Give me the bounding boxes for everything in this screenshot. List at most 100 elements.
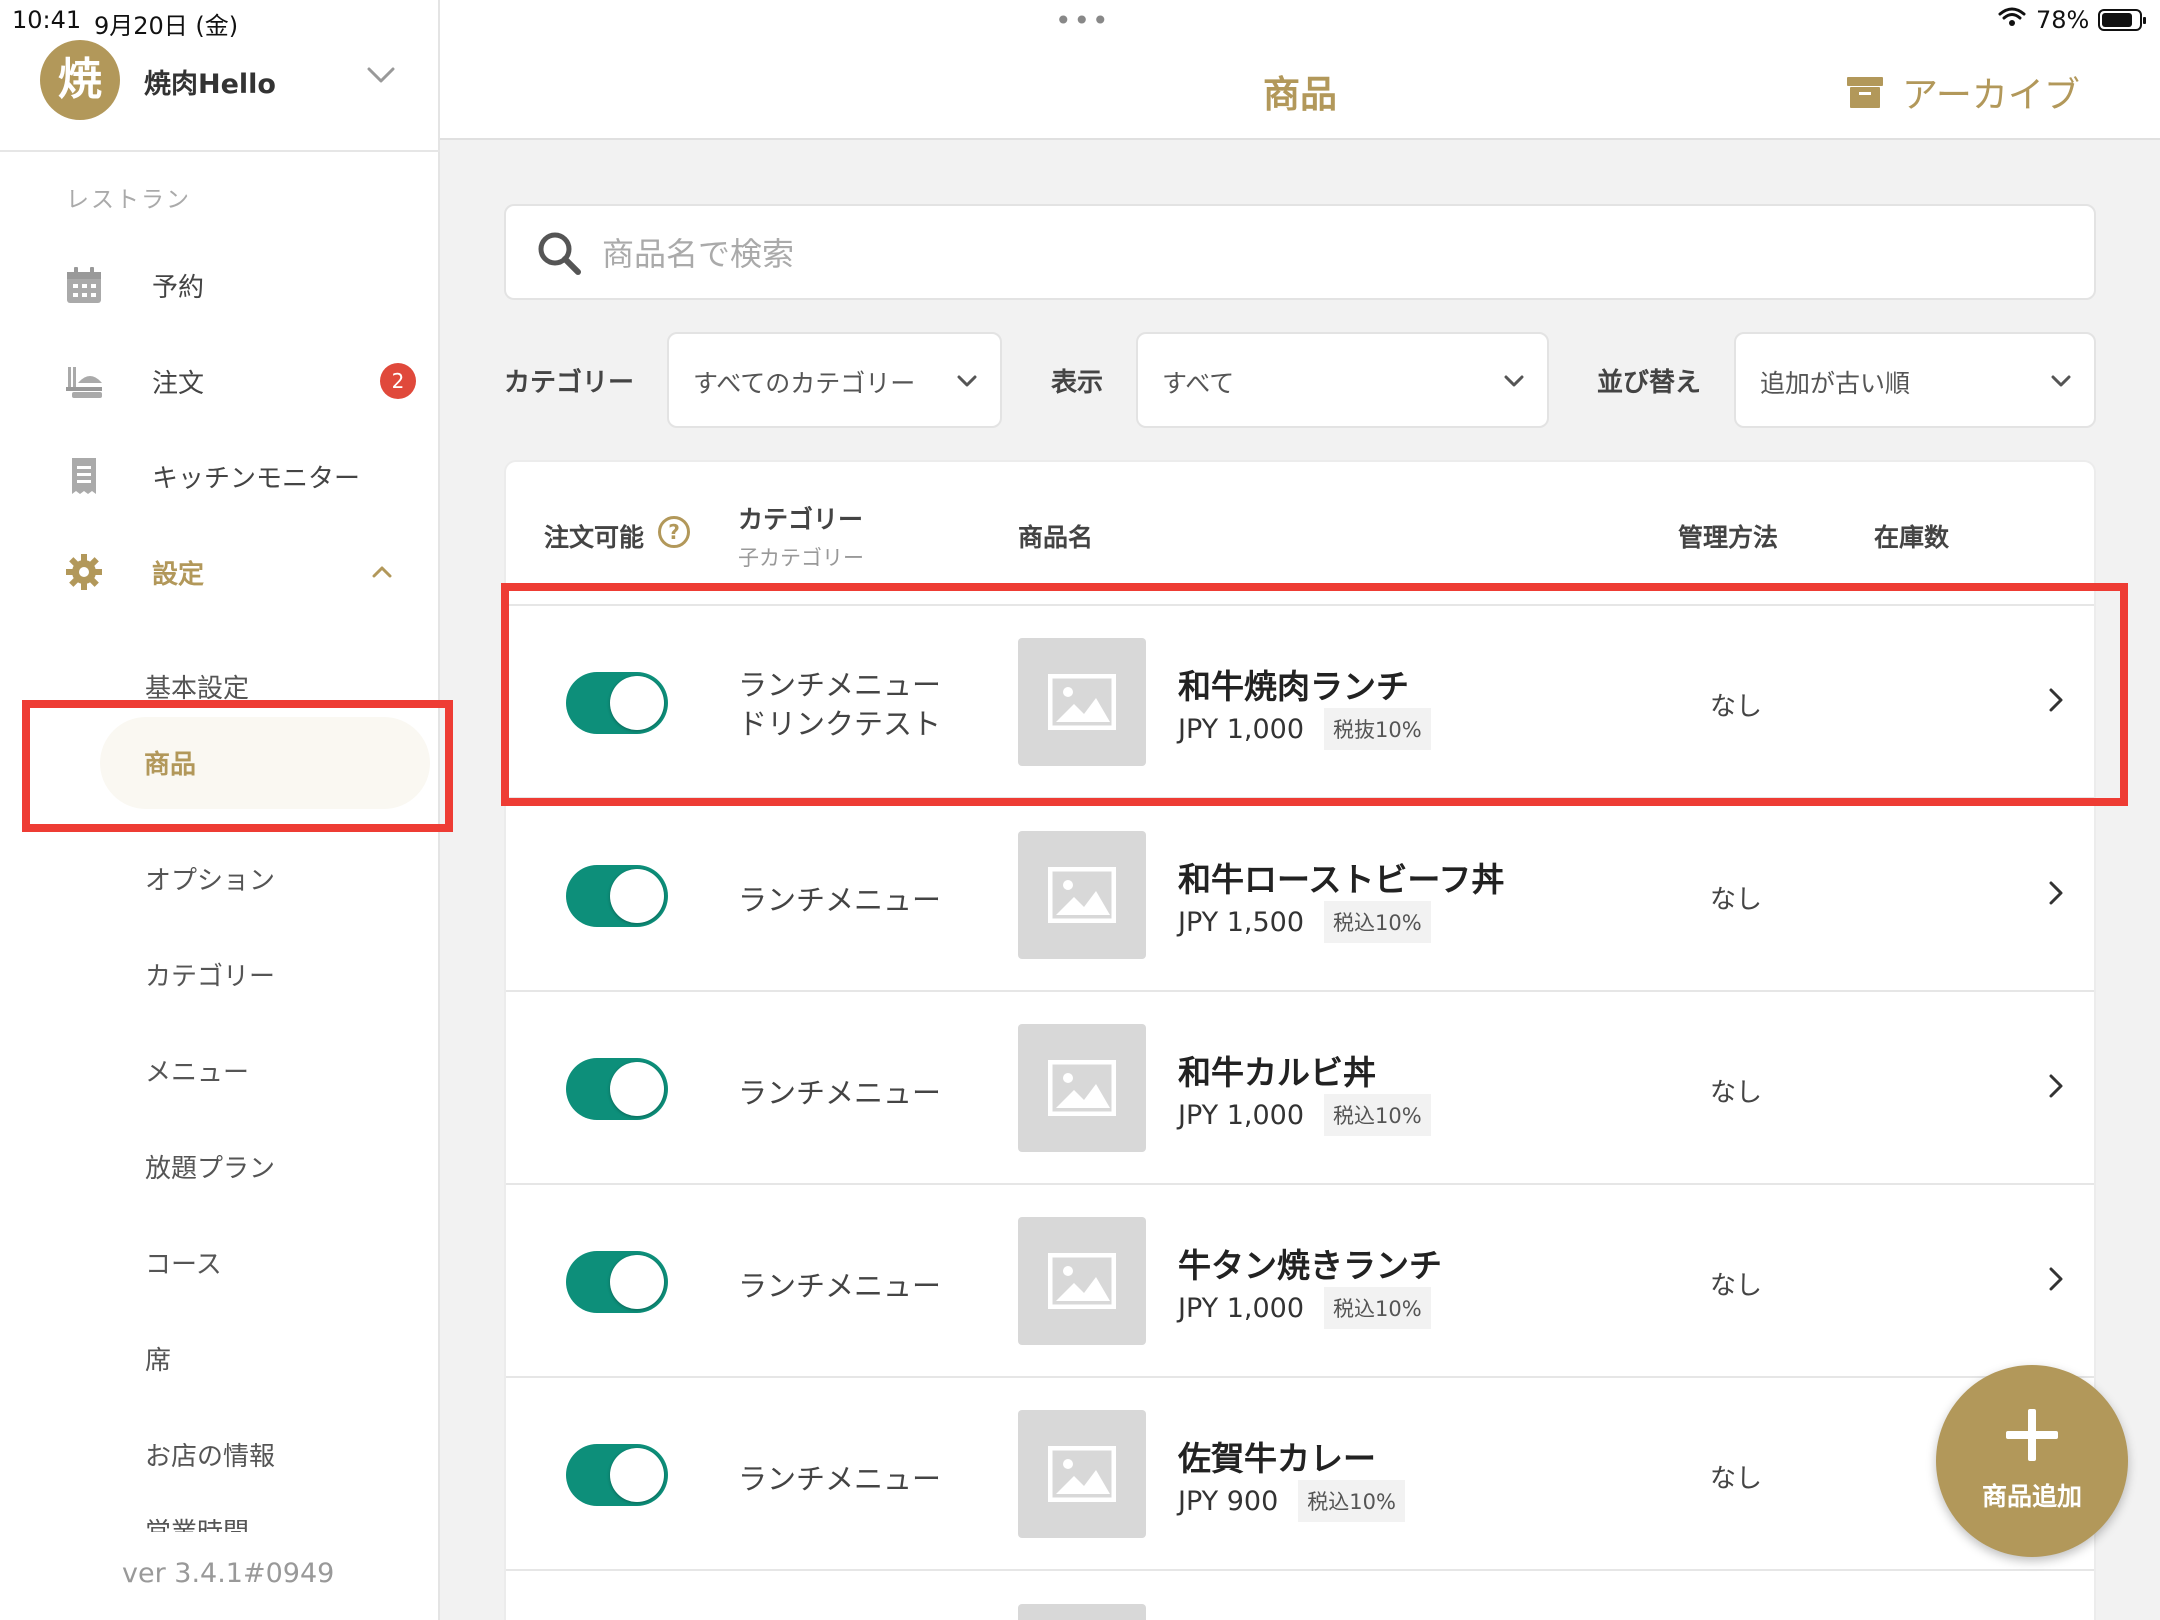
sidebar-subitem-label: お店の情報: [145, 1442, 276, 1472]
product-name: 牛タン焼きランチ: [1178, 1246, 1442, 1285]
product-image-placeholder: [1018, 1217, 1146, 1345]
tax-badge: 税込10%: [1324, 1094, 1431, 1136]
toggle-knob: [610, 869, 664, 923]
display-filter-select[interactable]: すべて: [1136, 332, 1549, 428]
product-search: [504, 204, 2096, 300]
battery-icon: [2098, 9, 2146, 31]
sidebar-subitem-categories[interactable]: カテゴリー: [0, 932, 440, 1012]
sidebar-item-label: 注文: [152, 369, 205, 399]
food-tray-icon: [66, 367, 102, 398]
product-category: ランチメニュー: [738, 1076, 942, 1110]
archive-label: アーカイブ: [1902, 75, 2080, 116]
product-category: ランチメニュー: [738, 883, 942, 917]
toggle-knob: [610, 1255, 664, 1309]
product-price-group: JPY 1,500 税込10%: [1178, 901, 1431, 943]
product-row[interactable]: ランチメニュー 和牛ローストビーフ丼 JPY 1,500 税込10% なし: [506, 799, 2094, 992]
image-placeholder-icon: [1048, 1446, 1116, 1502]
sidebar-subitem-label: カテゴリー: [145, 962, 276, 992]
chevron-up-icon: [372, 566, 392, 578]
sidebar-item-orders[interactable]: 注文 2: [0, 341, 440, 421]
chevron-right-icon: [2049, 1267, 2063, 1291]
sidebar-item-kitchen-monitor[interactable]: キッチンモニター: [0, 436, 440, 516]
sidebar-subitem-courses[interactable]: コース: [0, 1220, 440, 1300]
sort-select[interactable]: 追加が古い順: [1734, 332, 2096, 428]
product-name: 和牛カルビ丼: [1178, 1053, 1376, 1092]
category-filter-select[interactable]: すべてのカテゴリー: [667, 332, 1002, 428]
search-input[interactable]: [602, 224, 2002, 284]
chevron-right-icon: [2049, 1074, 2063, 1098]
battery-percent: 78%: [2036, 6, 2090, 34]
product-image-placeholder: [1018, 1604, 1146, 1620]
product-row[interactable]: ランチメニュー 佐賀牛カレー JPY 900 税込10% なし: [506, 1378, 2094, 1571]
category-filter-value: すべてのカテゴリー: [693, 369, 916, 398]
column-header-category: カテゴリー: [738, 505, 864, 534]
stock-management: なし: [1710, 1464, 1763, 1494]
chevron-down-icon: [1504, 375, 1524, 387]
highlight-box-sidebar-products: [22, 700, 453, 832]
sidebar-item-reservations[interactable]: 予約: [0, 245, 440, 325]
product-price-group: JPY 1,000 税込10%: [1178, 1287, 1431, 1329]
sidebar-subitem-label: 席: [145, 1346, 172, 1376]
sidebar-subitem-options[interactable]: オプション: [0, 836, 440, 916]
category-filter-label: カテゴリー: [504, 368, 635, 398]
wifi-icon: [1998, 7, 2026, 26]
column-header-stock: 在庫数: [1874, 523, 1950, 552]
add-product-label: 商品追加: [1981, 1482, 2082, 1511]
tax-badge: 税込10%: [1324, 901, 1431, 943]
product-price: JPY 1,500: [1178, 906, 1305, 938]
stock-management: なし: [1710, 885, 1763, 915]
receipt-icon: [72, 458, 96, 494]
product-category: ランチメニュー: [738, 1462, 942, 1496]
status-time: 10:41: [12, 6, 82, 34]
sort-label: 並び替え: [1597, 368, 1702, 398]
status-date: 9月20日 (金): [94, 12, 239, 40]
column-header-subcategory: 子カテゴリー: [738, 546, 864, 570]
tax-badge: 税込10%: [1324, 1287, 1431, 1329]
sidebar-item-settings[interactable]: 設定: [0, 532, 440, 612]
sort-value: 追加が古い順: [1760, 369, 1911, 398]
orderable-toggle[interactable]: [566, 1058, 668, 1120]
orderable-toggle[interactable]: [566, 865, 668, 927]
sidebar-subitem-label: 放題プラン: [145, 1154, 276, 1184]
multitasking-dots-icon[interactable]: •••: [1055, 4, 1111, 37]
sidebar-subitem-seats[interactable]: 席: [0, 1316, 440, 1396]
product-image-placeholder: [1018, 1410, 1146, 1538]
image-placeholder-icon: [1048, 1253, 1116, 1309]
product-row[interactable]: ランチメニュー 和牛カルビ丼 JPY 1,000 税込10% なし: [506, 992, 2094, 1185]
chevron-down-icon: [2051, 375, 2071, 387]
sidebar-subitem-menus[interactable]: メニュー: [0, 1028, 440, 1108]
search-icon: [538, 232, 581, 275]
chevron-down-icon: [957, 375, 977, 387]
help-icon[interactable]: ?: [658, 516, 690, 548]
toggle-knob: [610, 1062, 664, 1116]
calendar-icon: [67, 267, 101, 303]
highlight-box-product-row: [501, 583, 2128, 806]
product-image-placeholder: [1018, 1024, 1146, 1152]
display-filter-label: 表示: [1051, 368, 1104, 398]
toggle-knob: [610, 1448, 664, 1502]
store-name: 焼肉Hello: [144, 69, 276, 100]
archive-button[interactable]: アーカイブ: [1846, 68, 2080, 116]
product-name: 和牛ローストビーフ丼: [1178, 860, 1505, 899]
product-price: JPY 1,000: [1178, 1099, 1305, 1131]
add-product-button[interactable]: 商品追加: [1936, 1365, 2128, 1557]
orderable-toggle[interactable]: [566, 1251, 668, 1313]
chevron-down-icon: [367, 67, 395, 83]
sidebar-subitem-store-info[interactable]: お店の情報: [0, 1412, 440, 1492]
product-price: JPY 900: [1178, 1485, 1279, 1517]
product-category: ランチメニュー: [738, 1269, 942, 1303]
column-header-orderable: 注文可能: [544, 523, 645, 552]
column-header-product-name: 商品名: [1018, 523, 1094, 552]
sidebar-subitem-label: オプション: [145, 866, 276, 896]
sidebar-subitem-all-you-can-plans[interactable]: 放題プラン: [0, 1124, 440, 1204]
stock-management: なし: [1710, 1271, 1763, 1301]
sidebar-item-label: 設定: [152, 560, 205, 590]
plus-icon: [2006, 1409, 2058, 1461]
sidebar-subitem-label: メニュー: [145, 1058, 250, 1088]
sidebar-item-label: キッチンモニター: [152, 464, 361, 494]
app-root: 焼 焼肉Hello レストラン 予約 注文 2 キッチンモニター 設定 基本設定…: [0, 0, 2160, 1620]
orderable-toggle[interactable]: [566, 1444, 668, 1506]
sidebar-subitem-business-hours[interactable]: 営業時間: [145, 1512, 249, 1532]
product-row[interactable]: ランチメニュー 牛タン焼きランチ JPY 1,000 税込10% なし: [506, 1185, 2094, 1378]
sidebar-item-label: 予約: [152, 273, 205, 303]
